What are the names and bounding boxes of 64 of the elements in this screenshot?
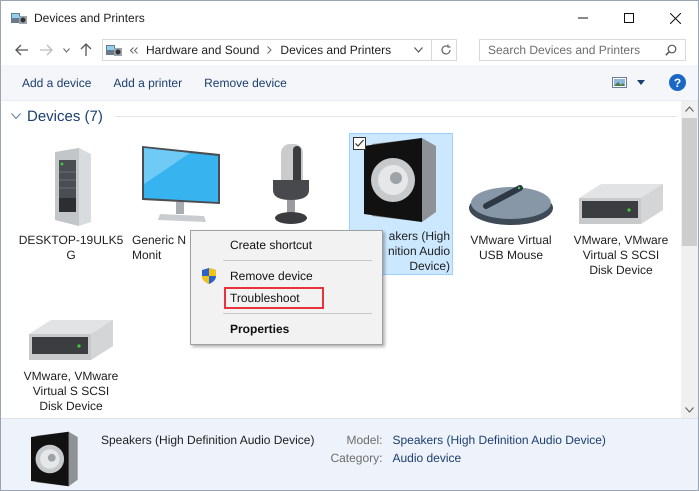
search-field[interactable]: Search Devices and Printers bbox=[479, 39, 686, 61]
device-tile[interactable]: VMware, VMware Virtual S SCSI Disk Device bbox=[19, 285, 123, 415]
disk-drive-icon bbox=[29, 318, 113, 362]
breadcrumb[interactable]: Devices and Printers bbox=[280, 43, 392, 57]
device-tile[interactable]: VMware, VMware Virtual S SCSI Disk Device bbox=[569, 133, 673, 279]
view-options-icon[interactable] bbox=[612, 77, 627, 88]
device-name: VMware, VMware bbox=[24, 369, 118, 384]
menu-item[interactable]: Properties bbox=[224, 318, 296, 340]
chevron-down-icon[interactable] bbox=[414, 47, 423, 53]
menu-item[interactable]: Troubleshoot bbox=[224, 287, 324, 309]
refresh-icon[interactable] bbox=[440, 44, 452, 56]
device-name: Virtual S SCSI bbox=[32, 384, 110, 399]
window-title: Devices and Printers bbox=[34, 11, 145, 25]
address-field[interactable]: Hardware and Sound Devices and Printers bbox=[102, 39, 457, 61]
device-name: Disk Device bbox=[589, 263, 653, 278]
help-button[interactable]: ? bbox=[669, 74, 686, 91]
computer-mouse-icon bbox=[468, 182, 554, 226]
toolbar-button[interactable]: Add a device bbox=[11, 72, 102, 94]
toolbar-button[interactable]: Remove device bbox=[193, 72, 298, 94]
device-name: G bbox=[66, 248, 76, 263]
scroll-down-icon[interactable] bbox=[685, 407, 694, 413]
double-chevron-icon[interactable] bbox=[130, 46, 138, 54]
device-name: Generic N bbox=[132, 233, 186, 248]
collapse-chevron-icon[interactable] bbox=[11, 112, 21, 120]
chevron-down-icon[interactable] bbox=[63, 48, 70, 52]
device-name: VMware Virtual bbox=[470, 233, 552, 248]
toolbar-button[interactable]: Add a printer bbox=[102, 72, 194, 94]
field-label: Category: bbox=[330, 451, 382, 465]
device-name: nition Audio bbox=[388, 244, 450, 259]
field-label: Model: bbox=[345, 433, 382, 447]
caret-icon[interactable] bbox=[637, 80, 645, 85]
chevron-right-icon[interactable] bbox=[267, 46, 272, 54]
device-name: Disk Device bbox=[39, 399, 103, 414]
menu-item[interactable]: Create shortcut bbox=[224, 234, 318, 256]
disk-drive-icon bbox=[579, 182, 663, 226]
device-name: Virtual S SCSI bbox=[582, 248, 660, 263]
device-tile[interactable]: VMware Virtual USB Mouse bbox=[459, 133, 563, 264]
device-name: akers (High bbox=[388, 229, 450, 244]
menu-item[interactable]: Remove device bbox=[224, 265, 319, 287]
scroll-up-icon[interactable] bbox=[685, 106, 694, 112]
device-name: Monit bbox=[132, 248, 162, 263]
close-icon bbox=[670, 12, 680, 24]
device-name: USB Mouse bbox=[478, 248, 544, 263]
speaker-icon bbox=[31, 431, 79, 487]
breadcrumb[interactable]: Hardware and Sound bbox=[146, 43, 260, 57]
back-arrow-icon[interactable] bbox=[15, 44, 29, 56]
field-value: Speakers (High Definition Audio Device) bbox=[392, 433, 606, 447]
vertical-scrollbar[interactable] bbox=[681, 101, 698, 418]
devices-printers-icon bbox=[106, 43, 122, 57]
device-tile-selected[interactable]: akers (High nition Audio Device) bbox=[349, 133, 453, 275]
devices-printers-icon bbox=[11, 11, 27, 25]
checkbox-checked-icon[interactable] bbox=[353, 137, 366, 150]
device-name: DESKTOP-19ULK5 bbox=[18, 233, 124, 248]
speaker-icon bbox=[364, 138, 438, 222]
device-tile[interactable]: DESKTOP-19ULK5 G bbox=[19, 133, 123, 264]
device-name: Speakers (High Definition Audio Device) bbox=[101, 433, 314, 447]
section-title[interactable]: Devices (7) bbox=[27, 108, 103, 124]
maximize-icon bbox=[624, 13, 634, 23]
device-name: VMware, VMware bbox=[574, 233, 668, 248]
field-value: Audio device bbox=[392, 451, 462, 465]
scrollbar-thumb[interactable] bbox=[682, 118, 697, 246]
up-arrow-icon[interactable] bbox=[80, 43, 92, 57]
search-icon bbox=[665, 44, 677, 56]
device-name: Device) bbox=[409, 259, 450, 274]
